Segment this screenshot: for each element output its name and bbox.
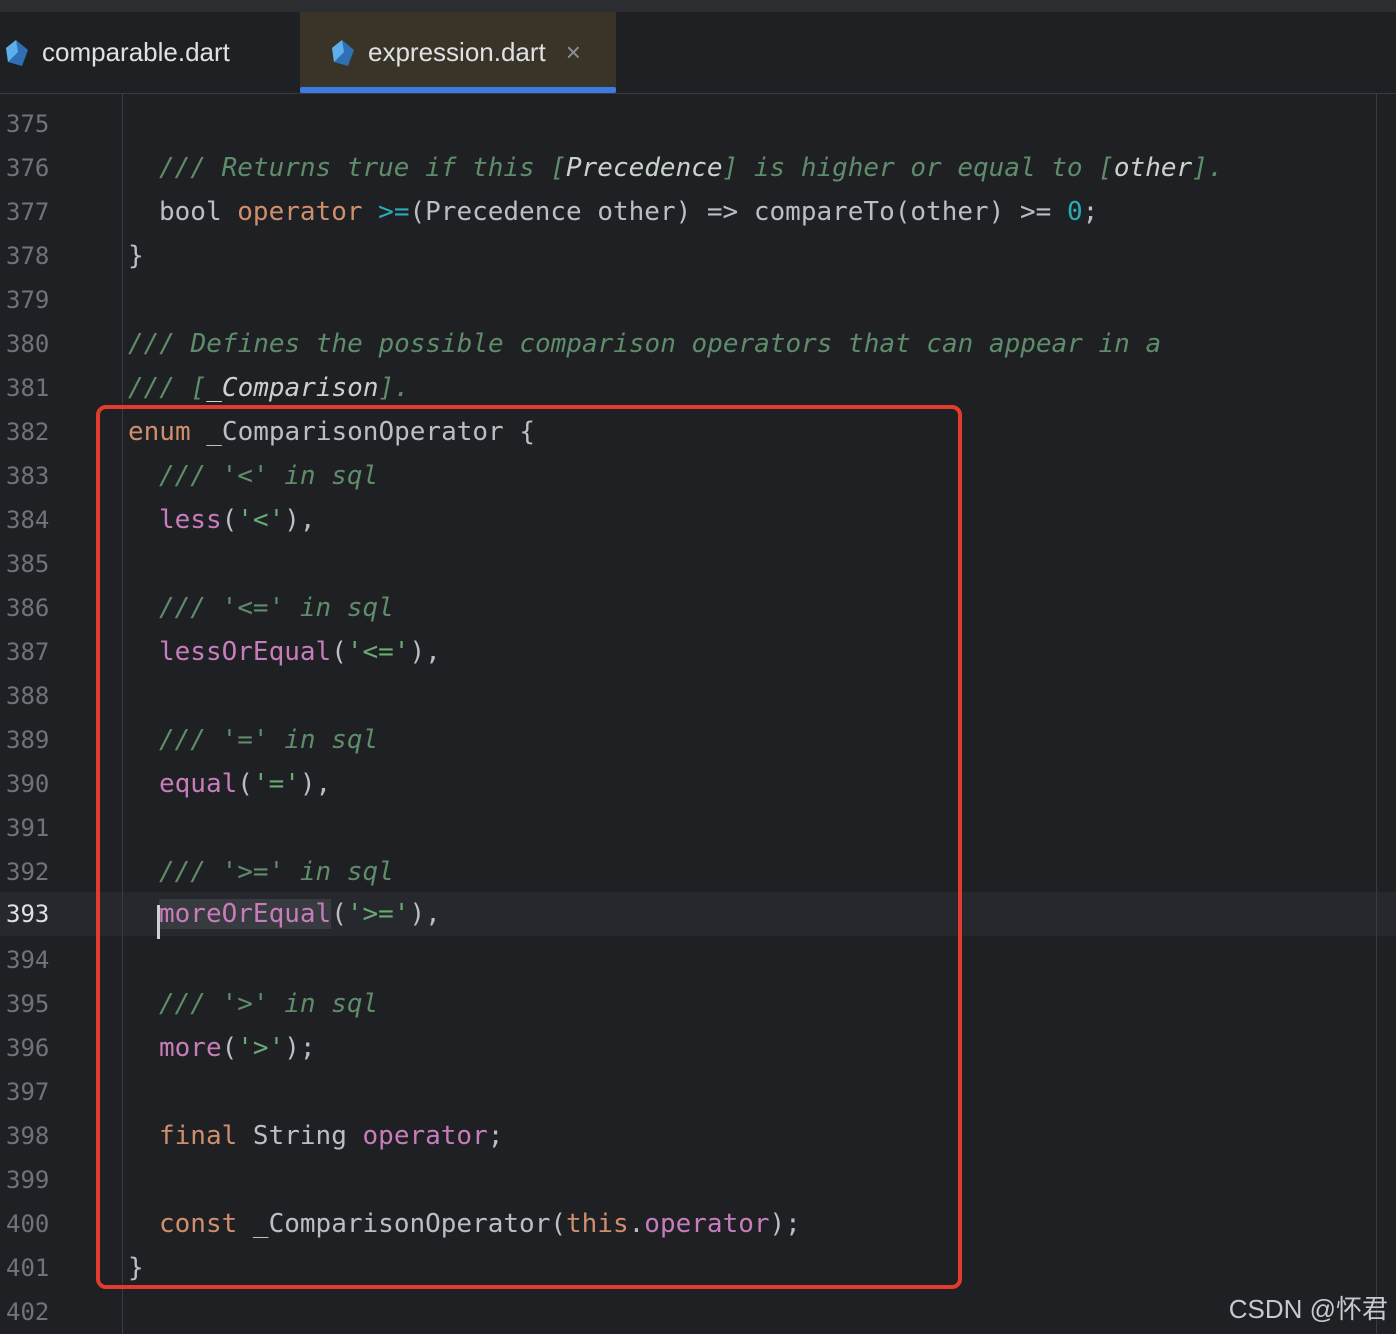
line-number: 376 bbox=[6, 154, 50, 182]
line-number: 400 bbox=[6, 1210, 50, 1238]
code-line[interactable]: 402 bbox=[0, 1290, 1396, 1334]
code-line[interactable]: 375 bbox=[0, 102, 1396, 146]
line-number: 393 bbox=[6, 900, 50, 928]
line-number: 379 bbox=[6, 286, 50, 314]
tab-comparable-dart[interactable]: comparable.dart bbox=[0, 12, 286, 93]
active-tab-indicator bbox=[300, 87, 616, 93]
tab-expression-dart[interactable]: expression.dart × bbox=[300, 12, 616, 93]
code-line[interactable]: 377 bool operator >=(Precedence other) =… bbox=[0, 190, 1396, 234]
code-line[interactable]: 378 } bbox=[0, 234, 1396, 278]
code-text: } bbox=[128, 241, 144, 271]
line-number: 381 bbox=[6, 374, 50, 402]
line-number: 382 bbox=[6, 418, 50, 446]
highlight-annotation-box bbox=[96, 405, 962, 1289]
line-number: 397 bbox=[6, 1078, 50, 1106]
line-number: 377 bbox=[6, 198, 50, 226]
tab-label: comparable.dart bbox=[42, 37, 230, 67]
dart-file-icon bbox=[6, 39, 28, 66]
line-number: 375 bbox=[6, 110, 50, 138]
line-number: 399 bbox=[6, 1166, 50, 1194]
line-number: 398 bbox=[6, 1122, 50, 1150]
line-number: 395 bbox=[6, 990, 50, 1018]
tab-label: expression.dart bbox=[368, 37, 546, 67]
code-line[interactable]: 379 bbox=[0, 278, 1396, 322]
code-line[interactable]: 381 /// [_Comparison]. bbox=[0, 366, 1396, 410]
line-number: 383 bbox=[6, 462, 50, 490]
code-text: /// [_Comparison]. bbox=[128, 373, 410, 403]
line-number: 388 bbox=[6, 682, 50, 710]
line-number: 401 bbox=[6, 1254, 50, 1282]
line-number: 386 bbox=[6, 594, 50, 622]
line-number: 394 bbox=[6, 946, 50, 974]
line-number: 384 bbox=[6, 506, 50, 534]
line-number: 396 bbox=[6, 1034, 50, 1062]
line-number: 387 bbox=[6, 638, 50, 666]
line-number: 402 bbox=[6, 1298, 50, 1326]
code-line[interactable]: 380 /// Defines the possible comparison … bbox=[0, 322, 1396, 366]
line-number: 390 bbox=[6, 770, 50, 798]
line-number: 385 bbox=[6, 550, 50, 578]
line-number: 380 bbox=[6, 330, 50, 358]
code-text: /// Defines the possible comparison oper… bbox=[128, 329, 1162, 359]
line-number: 391 bbox=[6, 814, 50, 842]
window-top-strip bbox=[0, 0, 1396, 12]
line-number: 378 bbox=[6, 242, 50, 270]
close-icon[interactable]: × bbox=[566, 37, 581, 68]
dart-file-icon bbox=[332, 39, 354, 66]
watermark: CSDN @怀君 bbox=[1228, 1294, 1388, 1324]
line-number: 392 bbox=[6, 858, 50, 886]
code-line[interactable]: 376 /// Returns true if this [Precedence… bbox=[0, 146, 1396, 190]
code-text: bool operator >=(Precedence other) => co… bbox=[159, 197, 1099, 227]
editor-tab-bar: comparable.dart expression.dart × bbox=[0, 12, 1396, 94]
code-text: /// Returns true if this [Precedence] is… bbox=[159, 153, 1224, 183]
line-number: 389 bbox=[6, 726, 50, 754]
